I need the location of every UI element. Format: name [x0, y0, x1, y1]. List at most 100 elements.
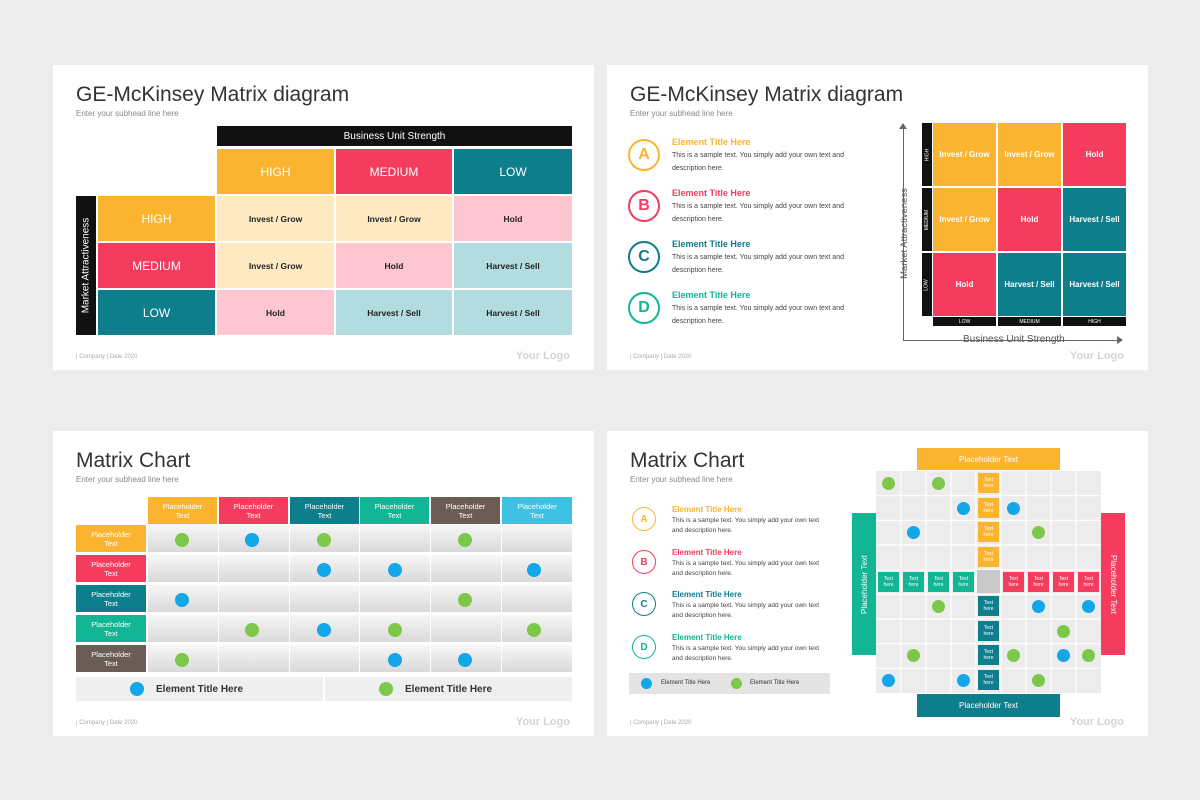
col-header-high: HIGH: [217, 149, 334, 194]
letter-circle-a: A: [632, 507, 656, 531]
blue-dot: [882, 674, 895, 687]
slide-ge-matrix-1: GE-McKinsey Matrix diagram Enter your su…: [53, 65, 594, 370]
blue-dot: [527, 563, 541, 577]
green-dot: [458, 593, 472, 607]
green-dot: [1082, 649, 1095, 662]
element-title: Element Title Here: [672, 633, 742, 642]
slide-title: Matrix Chart: [76, 449, 191, 472]
blue-dot: [957, 674, 970, 687]
text-tag: Text here: [978, 670, 999, 690]
text-tag: Text here: [978, 473, 999, 493]
column-divider: [218, 525, 219, 672]
element-desc: and description here.: [672, 655, 733, 662]
blue-dot: [317, 623, 331, 637]
letter-circle-c: C: [628, 241, 660, 273]
blue-dot: [957, 502, 970, 515]
row-header-medium: MEDIUM: [922, 188, 932, 251]
matrix-cell: Hold: [1063, 123, 1126, 186]
col-header: Placeholder Text: [431, 497, 500, 524]
row-header: Placeholder Text: [76, 615, 146, 642]
element-desc: and description here.: [672, 612, 733, 619]
matrix-cell: Hold: [998, 188, 1061, 251]
right-placeholder-bar: Placeholder Text: [1101, 513, 1125, 655]
table-row: [148, 555, 572, 582]
blue-dot: [317, 563, 331, 577]
table-row: [148, 585, 572, 612]
slide-subtitle: Enter your subhead line here: [76, 475, 179, 484]
matrix-cell: Hold: [336, 243, 452, 288]
element-desc: This is a sample text. You simply add yo…: [672, 203, 844, 210]
column-divider: [359, 525, 360, 672]
column-divider: [289, 525, 290, 672]
row-header-low: LOW: [98, 290, 215, 335]
matrix-cell: Invest / Grow: [933, 123, 996, 186]
matrix-cell: Hold: [933, 253, 996, 316]
green-dot: [527, 623, 541, 637]
slide-title: Matrix Chart: [630, 449, 745, 472]
matrix-cell: Hold: [217, 290, 334, 335]
col-header: Placeholder Text: [290, 497, 359, 524]
blue-dot: [1082, 600, 1095, 613]
slide-subtitle: Enter your subhead line here: [76, 109, 179, 118]
matrix-cell: Harvest / Sell: [1063, 253, 1126, 316]
col-header-low: LOW: [454, 149, 572, 194]
blue-dot: [388, 563, 402, 577]
green-dot: [379, 682, 393, 696]
text-tag: Text here: [928, 572, 949, 592]
row-header: Placeholder Text: [76, 585, 146, 612]
row-header-low: LOW: [922, 253, 932, 316]
green-dot: [731, 678, 742, 689]
green-dot: [317, 533, 331, 547]
your-logo: Your Logo: [515, 350, 570, 362]
matrix-cell: Harvest / Sell: [336, 290, 452, 335]
element-desc: and description here.: [672, 570, 733, 577]
green-dot: [1007, 649, 1020, 662]
row-header: Placeholder Text: [76, 525, 146, 552]
column-divider: [501, 525, 502, 672]
row-header-medium: MEDIUM: [98, 243, 215, 288]
table-row: [148, 525, 572, 552]
text-tag: Text here: [978, 596, 999, 616]
business-unit-strength-label: Business Unit Strength: [963, 334, 1065, 345]
green-dot: [932, 477, 945, 490]
business-unit-strength-header: Business Unit Strength: [217, 126, 572, 146]
element-desc: This is a sample text. You simply add yo…: [672, 560, 820, 567]
text-tag: Text here: [953, 572, 974, 592]
your-logo: Your Logo: [515, 716, 570, 728]
letter-circle-d: D: [628, 292, 660, 324]
column-divider: [430, 525, 431, 672]
text-tag: Text here: [978, 621, 999, 641]
letter-circle-d: D: [632, 635, 656, 659]
matrix-cell: Invest / Grow: [336, 196, 452, 241]
element-desc: This is a sample text. You simply add yo…: [672, 152, 844, 159]
footer-company-date: | Company | Date 2020: [76, 720, 138, 726]
slide-ge-matrix-2: GE-McKinsey Matrix diagram Enter your su…: [607, 65, 1148, 370]
market-attractiveness-label: Market Attractiveness: [80, 217, 92, 314]
row-header-high: HIGH: [922, 123, 932, 186]
text-tag: Text here: [978, 645, 999, 665]
slide-title: GE-McKinsey Matrix diagram: [630, 83, 904, 106]
text-tag: Text here: [978, 522, 999, 542]
letter-circle-b: B: [628, 190, 660, 222]
slide-matrix-chart-1: Matrix Chart Enter your subhead line her…: [53, 431, 594, 736]
legend-box: [629, 673, 830, 694]
element-desc: description here.: [672, 267, 724, 274]
row-header: Placeholder Text: [76, 645, 146, 672]
footer-company-date: | Company | Date 2020: [630, 720, 692, 726]
col-header-low: LOW: [933, 317, 996, 326]
matrix-cell: Harvest / Sell: [454, 290, 572, 335]
text-tag: Text here: [1003, 572, 1024, 592]
text-tag: Text here: [878, 572, 899, 592]
element-desc: and description here.: [672, 527, 733, 534]
x-axis-arrow-icon: [1117, 336, 1123, 344]
col-header: Placeholder Text: [502, 497, 572, 524]
matrix-cell: Hold: [454, 196, 572, 241]
letter-circle-a: A: [628, 139, 660, 171]
blue-dot: [641, 678, 652, 689]
left-placeholder-bar: Placeholder Text: [852, 513, 876, 655]
bottom-placeholder-bar: Placeholder Text: [917, 694, 1060, 717]
matrix-cell: Harvest / Sell: [1063, 188, 1126, 251]
blue-dot: [175, 593, 189, 607]
market-attractiveness-label: Market Attractiveness: [898, 187, 910, 279]
green-dot: [1032, 526, 1045, 539]
